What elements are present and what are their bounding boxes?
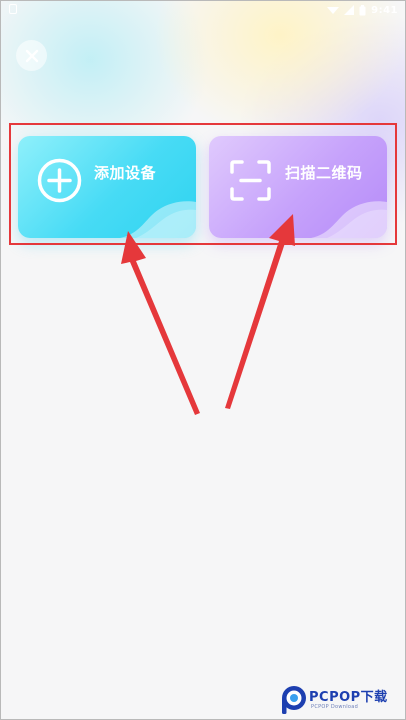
pcpop-logo-icon xyxy=(282,686,306,714)
notification-icon xyxy=(9,4,17,14)
watermark-subtitle: PCPOP Download xyxy=(311,704,359,710)
watermark: PCPOP下载 PCPOP Download xyxy=(281,683,403,717)
scan-qr-button[interactable]: 扫描二维码 xyxy=(209,136,387,238)
close-button[interactable] xyxy=(16,40,47,71)
scan-frame-icon xyxy=(230,160,271,201)
watermark-brand: PCPOP下载 xyxy=(309,690,388,705)
add-device-button[interactable]: 添加设备 xyxy=(18,136,196,238)
add-device-label: 添加设备 xyxy=(94,164,157,182)
wifi-icon xyxy=(344,5,355,15)
scan-qr-label: 扫描二维码 xyxy=(285,164,363,182)
close-icon xyxy=(25,49,38,62)
status-icons: 9:41 xyxy=(327,3,398,17)
status-time: 9:41 xyxy=(371,4,398,16)
status-bar: 9:41 xyxy=(0,0,406,20)
plus-circle-icon xyxy=(37,158,82,203)
battery-icon xyxy=(359,4,366,15)
signal-icon xyxy=(327,7,340,14)
